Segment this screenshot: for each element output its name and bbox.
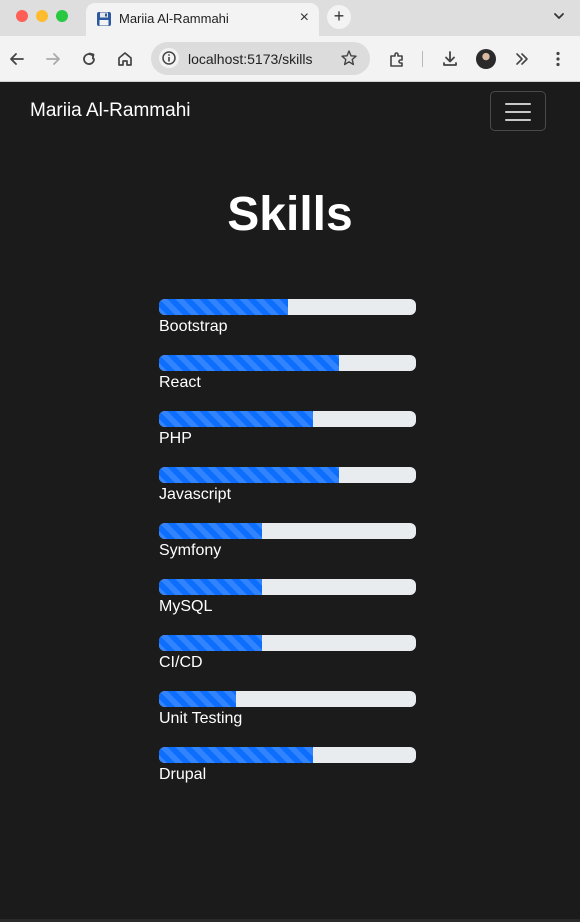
skill-label: Unit Testing <box>159 710 243 727</box>
skill-item: React <box>159 355 416 411</box>
site-info-icon[interactable] <box>159 48 179 68</box>
navbar-brand[interactable]: Mariia Al-Rammahi <box>30 100 190 122</box>
progress-fill <box>159 523 262 539</box>
skill-label: React <box>159 374 201 391</box>
toolbar-divider <box>422 51 423 67</box>
back-arrow-icon[interactable] <box>7 49 27 69</box>
skill-label: PHP <box>159 430 192 447</box>
skill-item: Unit Testing <box>159 691 416 747</box>
progress-fill <box>159 635 262 651</box>
browser-tab-strip: Mariia Al-Rammahi × + <box>0 0 580 36</box>
reload-icon[interactable] <box>79 49 99 69</box>
site-navbar: Mariia Al-Rammahi <box>0 83 580 139</box>
skill-label: Drupal <box>159 766 207 783</box>
page-title: Skills <box>227 188 353 241</box>
tab-close-button[interactable]: × <box>300 8 309 28</box>
new-tab-button[interactable]: + <box>327 5 351 29</box>
progress-bar <box>159 635 416 651</box>
progress-fill <box>159 467 339 483</box>
progress-bar <box>159 579 416 595</box>
skill-label: Bootstrap <box>159 318 228 335</box>
progress-fill <box>159 299 288 315</box>
window-close-button[interactable] <box>16 10 28 22</box>
skill-item: PHP <box>159 411 416 467</box>
chevron-down-icon[interactable] <box>552 8 566 24</box>
skill-label: Symfony <box>159 542 222 559</box>
skill-item: Drupal <box>159 747 416 803</box>
skill-label: CI/CD <box>159 654 203 671</box>
progress-fill <box>159 355 339 371</box>
skill-item: MySQL <box>159 579 416 635</box>
hamburger-icon <box>505 103 531 105</box>
tab-title: Mariia Al-Rammahi <box>119 11 229 26</box>
skill-label: Javascript <box>159 486 232 503</box>
address-bar[interactable]: localhost:5173/skills <box>151 42 370 75</box>
home-icon[interactable] <box>115 49 135 69</box>
progress-fill <box>159 411 314 427</box>
skill-item: Symfony <box>159 523 416 579</box>
skill-label: MySQL <box>159 598 213 615</box>
window-minimize-button[interactable] <box>36 10 48 22</box>
progress-fill <box>159 579 262 595</box>
progress-bar <box>159 523 416 539</box>
progress-bar <box>159 411 416 427</box>
download-icon[interactable] <box>440 49 460 69</box>
skill-item: CI/CD <box>159 635 416 691</box>
more-chevrons-icon[interactable] <box>512 49 532 69</box>
window-maximize-button[interactable] <box>56 10 68 22</box>
progress-bar <box>159 747 416 763</box>
progress-fill <box>159 691 237 707</box>
profile-avatar[interactable] <box>476 49 496 69</box>
floppy-disk-icon <box>97 12 111 26</box>
bookmark-star-icon[interactable] <box>340 49 358 67</box>
skills-list: Bootstrap React PHP Javascript Symfony M… <box>159 299 416 803</box>
extensions-puzzle-icon[interactable] <box>387 49 407 69</box>
forward-arrow-icon[interactable] <box>43 49 63 69</box>
progress-bar <box>159 467 416 483</box>
kebab-menu-icon[interactable] <box>548 49 568 69</box>
skill-item: Bootstrap <box>159 299 416 355</box>
progress-bar <box>159 299 416 315</box>
progress-bar <box>159 355 416 371</box>
progress-bar <box>159 691 416 707</box>
progress-fill <box>159 747 314 763</box>
skill-item: Javascript <box>159 467 416 523</box>
browser-tab[interactable]: Mariia Al-Rammahi × <box>86 3 319 36</box>
url-text: localhost:5173/skills <box>188 51 313 67</box>
navbar-toggler-button[interactable] <box>490 91 546 131</box>
